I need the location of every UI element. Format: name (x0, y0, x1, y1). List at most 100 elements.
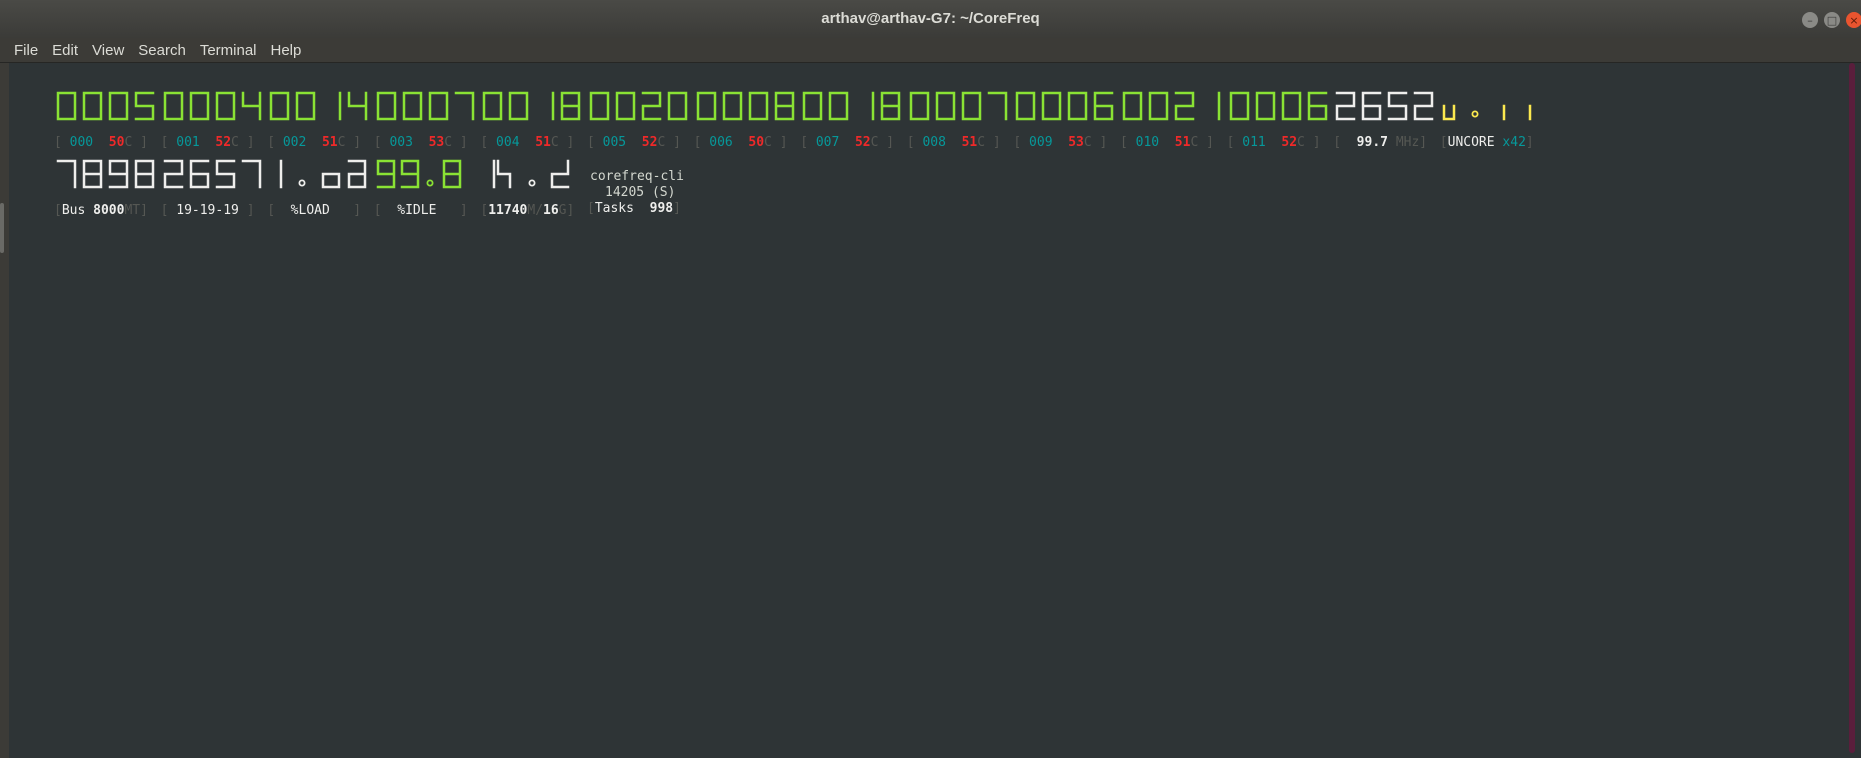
load-glyph (347, 159, 367, 189)
core-frequency-digits (1016, 91, 1114, 121)
lcd-digit-0 (56, 91, 77, 121)
core-temp: 52 (641, 135, 658, 150)
process-state: (S) (651, 185, 676, 200)
lcd-digit-0 (189, 91, 209, 121)
core-label: [ 006 50C ] (693, 135, 788, 150)
core-temp: 52 (1281, 135, 1298, 150)
core-label: [ 011 52C ] (1226, 135, 1321, 150)
lcd-digit-7 (987, 91, 1008, 121)
core-label: [ 008 51C ] (906, 135, 1001, 150)
core-id: 005 (602, 135, 627, 150)
menu-terminal[interactable]: Terminal (193, 42, 264, 59)
lcd-digit-6 (189, 159, 209, 189)
frequency-unit: MHz (1395, 135, 1420, 150)
core-frequency-digits (1229, 91, 1327, 121)
menu-search[interactable]: Search (131, 42, 193, 59)
lcd-digit-0 (935, 91, 956, 121)
minimize-button[interactable]: – (1802, 12, 1818, 28)
core-temp-unit: C (124, 135, 133, 150)
core-temp-unit: C (550, 135, 559, 150)
core-temp: 52 (215, 135, 232, 150)
memory-digits (493, 159, 570, 189)
menu-view[interactable]: View (85, 42, 131, 59)
idle-text: %IDLE (397, 203, 437, 218)
lcd-digit-0 (1229, 91, 1249, 121)
lcd-digit-2 (1335, 91, 1356, 121)
menu-bar: File Edit View Search Terminal Help (0, 38, 1861, 63)
load-digits (279, 159, 367, 189)
core-temp-unit: C (870, 135, 879, 150)
core-temp-unit: C (1083, 135, 1092, 150)
uncore-glyph (1442, 104, 1456, 121)
uncore-ratio: x42 (1502, 135, 1526, 150)
lcd-digit-7 (454, 91, 475, 121)
core-temp: 53 (428, 135, 445, 150)
lcd-digit-5 (215, 159, 235, 189)
lcd-digit-0 (1122, 91, 1143, 121)
idle-digits (376, 159, 462, 189)
process-pid: 14205 (605, 185, 645, 200)
idle-label: [ %IDLE ] (373, 203, 468, 218)
title-bar: arthav@arthav-G7: ~/CoreFreq – □ × (0, 0, 1861, 39)
lcd-digit-0 (509, 91, 529, 121)
core-id: 007 (815, 135, 840, 150)
core-label: [ 009 53C ] (1013, 135, 1108, 150)
core-frequency-digits (376, 91, 475, 121)
maximize-button[interactable]: □ (1824, 12, 1840, 28)
core-id: 002 (282, 135, 307, 150)
core-temp-unit: C (657, 135, 666, 150)
lcd-digit-0 (1042, 91, 1062, 121)
lcd-digit-6 (1094, 91, 1114, 121)
core-id: 008 (922, 135, 946, 150)
lcd-digit-0 (1016, 91, 1036, 121)
core-temp-unit: C (231, 135, 239, 150)
terminal-area[interactable]: [ 000 50C ][ 001 52C ][ 002 51C ][ 003 5… (9, 63, 1845, 758)
core-frequency-digits (483, 91, 581, 121)
lcd-digit-2 (163, 159, 183, 189)
uncore-label: [UNCORE x42] (1439, 135, 1534, 150)
tasks-label: Tasks (594, 201, 634, 216)
lcd-digit-0 (961, 91, 982, 121)
process-pid-line: 14205 (S) (605, 185, 675, 201)
scrollbar-thumb[interactable] (1849, 63, 1855, 753)
core-frequency-digits (589, 91, 688, 121)
close-button[interactable]: × (1846, 12, 1861, 28)
lcd-digit-0 (696, 91, 716, 121)
core-temp-unit: C (977, 135, 986, 150)
lcd-digit-0 (667, 91, 688, 121)
lcd-digit-8 (880, 91, 901, 121)
tasks-count: 998 (649, 201, 674, 216)
core-temp-unit: C (764, 135, 772, 150)
resize-handle[interactable] (0, 203, 4, 253)
core-temp: 50 (108, 135, 125, 150)
lcd-digit-0 (1148, 91, 1169, 121)
core-frequency-digits (696, 91, 794, 121)
core-temp: 51 (961, 135, 978, 150)
lcd-digit-2 (641, 91, 662, 121)
core-temp-unit: C (444, 135, 453, 150)
bus-label: [Bus 8000MT] (54, 203, 148, 218)
memory-total: 16 (543, 203, 559, 218)
lcd-digit-0 (722, 91, 742, 121)
lcd-digit-0 (163, 91, 183, 121)
timing-digits (163, 159, 261, 189)
bus-value: 8000 (93, 203, 125, 218)
lcd-digit-0 (376, 91, 397, 121)
load-label: [ %LOAD ] (267, 203, 362, 218)
lcd-digit-0 (483, 91, 503, 121)
scrollbar[interactable] (1845, 63, 1861, 758)
memory-dot-glyph (528, 179, 536, 187)
menu-file[interactable]: File (7, 42, 45, 59)
lcd-digit-2 (1413, 91, 1434, 121)
idle-glyph (376, 159, 396, 189)
lcd-digit-0 (1281, 91, 1301, 121)
menu-edit[interactable]: Edit (45, 42, 85, 59)
lcd-digit-0 (269, 91, 290, 121)
memory-total-unit: G (558, 203, 567, 218)
timing-value: 19-19-19 (176, 203, 239, 218)
core-frequency-digits (909, 91, 1008, 121)
window-left-edge (0, 63, 9, 758)
menu-help[interactable]: Help (264, 42, 309, 59)
lcd-digit-9 (108, 159, 129, 189)
lcd-digit-0 (828, 91, 849, 121)
